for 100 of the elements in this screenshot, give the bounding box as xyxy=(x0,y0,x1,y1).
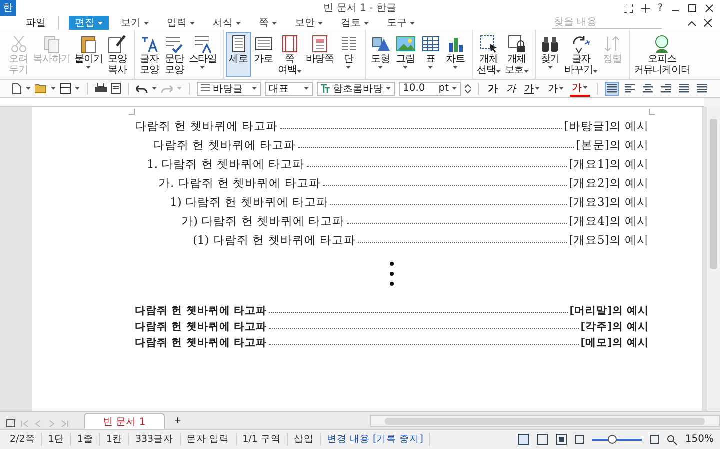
reference-text: [개요4]의 예시 xyxy=(569,214,649,229)
draft-view-icon[interactable] xyxy=(556,434,568,445)
align-distribute-icon xyxy=(679,84,689,94)
ribbon-button[interactable]: 세로 xyxy=(226,32,252,77)
caret-icon xyxy=(98,22,103,24)
truetype-font-icon xyxy=(321,84,330,93)
ribbon-button[interactable]: 오피스 커뮤니케이터 xyxy=(632,32,692,77)
vertical-scrollbar[interactable] xyxy=(706,107,720,411)
menu-tab[interactable]: 도구 xyxy=(381,16,421,30)
menu-tab[interactable]: 입력 xyxy=(161,16,201,30)
caret-icon xyxy=(144,22,149,24)
ribbon-button[interactable]: 스타일 xyxy=(186,32,220,77)
slider-thumb[interactable] xyxy=(608,434,618,444)
caret-icon xyxy=(452,87,457,90)
preview-icon[interactable] xyxy=(111,83,121,94)
ribbon-button[interactable]: 쪽 여백 xyxy=(276,32,304,77)
ribbon-button[interactable]: 개체 보호 xyxy=(502,32,531,77)
status-item: 333글자 xyxy=(129,433,181,446)
printer-icon[interactable] xyxy=(95,83,107,94)
ribbon-button[interactable]: 모양 복사 xyxy=(104,32,130,77)
ribbon-button[interactable]: 단 xyxy=(336,32,362,77)
font-size-field[interactable]: 10.0 pt xyxy=(399,82,461,96)
picture-icon xyxy=(396,34,416,54)
replace-icon xyxy=(571,34,592,54)
menu-tab[interactable]: 보기 xyxy=(115,16,155,30)
search-field[interactable]: 찾을 내용 xyxy=(552,17,662,29)
window-title: 빈 문서 1 - 한글 xyxy=(324,2,396,15)
ribbon-button[interactable]: 바탕쪽 xyxy=(304,32,336,77)
status-item: 1단 xyxy=(42,433,72,446)
close-icon[interactable] xyxy=(705,4,714,12)
ribbon-button[interactable]: 그림 xyxy=(393,32,418,77)
document-tab[interactable]: 빈 문서 1 xyxy=(84,413,165,429)
caret-icon xyxy=(190,22,195,24)
horizontal-scrollbar[interactable] xyxy=(370,415,720,427)
note-text: 다람쥐 헌 쳇바퀴에 타고파 xyxy=(135,336,267,350)
align-button[interactable] xyxy=(605,82,619,96)
outline-text: 1. 다람쥐 헌 쳇바퀴에 타고파 xyxy=(147,157,305,172)
character-format-button[interactable]: 가 xyxy=(486,82,500,96)
align-right-icon xyxy=(661,84,671,94)
align-button[interactable] xyxy=(695,82,709,96)
fullscreen-icon[interactable] xyxy=(624,4,633,12)
ribbon-button[interactable]: 글자 바꾸기 xyxy=(562,32,600,77)
outline-text: (1) 다람쥐 헌 쳇바퀴에 타고파 xyxy=(193,233,356,248)
zoom-out-icon[interactable] xyxy=(575,435,584,444)
menu-tab[interactable]: 편집 xyxy=(69,16,109,30)
magnifier-icon[interactable] xyxy=(667,434,678,444)
save-icon[interactable] xyxy=(60,83,71,94)
app-logo: 한 xyxy=(0,0,16,16)
character-format-button[interactable]: 가 xyxy=(546,82,566,96)
ribbon-button[interactable]: 표 xyxy=(418,32,444,77)
select-object-icon xyxy=(478,34,499,54)
lock-object-icon xyxy=(506,34,527,54)
close-icon[interactable] xyxy=(704,19,712,27)
character-format-icon xyxy=(139,34,160,54)
menu-tab[interactable]: 검토 xyxy=(335,16,375,30)
character-format-button[interactable]: 가 xyxy=(504,82,518,96)
caret-icon xyxy=(386,87,391,90)
page-view-icon[interactable] xyxy=(518,434,530,445)
outline-text: 가. 다람쥐 헌 쳇바퀴에 타고파 xyxy=(158,176,321,191)
undo-icon[interactable] xyxy=(136,84,148,94)
collapse-ribbon-icon[interactable] xyxy=(688,20,696,26)
help-button[interactable]: ? xyxy=(658,2,663,14)
zoom-in-icon[interactable] xyxy=(650,435,660,444)
new-tab-button[interactable]: + xyxy=(168,413,188,429)
caret-icon xyxy=(152,87,157,90)
ribbon-button[interactable]: 개체 선택 xyxy=(475,32,503,77)
align-button[interactable] xyxy=(623,82,637,96)
align-button[interactable] xyxy=(659,82,673,96)
folder-icon[interactable] xyxy=(35,84,47,94)
style-icon xyxy=(201,84,210,93)
menu-tab[interactable]: 보안 xyxy=(289,16,329,30)
reference-text: [바탕글]의 예시 xyxy=(564,119,649,134)
ribbon-button[interactable]: 글자 모양 xyxy=(136,32,162,77)
ribbon-button[interactable]: 차트 xyxy=(443,32,468,77)
ribbon-button[interactable]: 가로 xyxy=(251,32,276,77)
align-button[interactable] xyxy=(677,82,691,96)
caret-icon xyxy=(410,22,415,24)
language-select[interactable]: 대표 xyxy=(265,82,313,96)
note-text: 다람쥐 헌 쳇바퀴에 타고파 xyxy=(135,304,267,318)
status-item: 문자 입력 xyxy=(180,433,237,446)
caret-icon xyxy=(583,86,588,89)
spinner-icon[interactable] xyxy=(465,82,471,94)
ribbon-button[interactable]: 찾기 xyxy=(538,32,563,77)
font-select[interactable]: 함초롬바탕 xyxy=(317,82,395,96)
web-view-icon[interactable] xyxy=(537,434,548,445)
new-document-icon[interactable] xyxy=(12,82,22,94)
ribbon-button[interactable]: 붙이기 xyxy=(72,32,105,77)
style-select[interactable]: 바탕글 xyxy=(197,82,261,96)
menu-tab[interactable]: 서식 xyxy=(207,16,247,30)
menu-tab[interactable]: 쪽 xyxy=(253,16,283,30)
reference-text: [개요1]의 예시 xyxy=(569,157,649,172)
track-changes-status[interactable]: 변경 내용 [기록 중지] xyxy=(320,433,430,446)
text-style-icon xyxy=(192,34,213,54)
character-format-button[interactable]: 가 xyxy=(522,82,542,96)
reference-text: [머리말]의 예시 xyxy=(570,304,649,318)
ribbon-button[interactable]: 문단 모양 xyxy=(162,32,187,77)
align-button[interactable] xyxy=(641,82,655,96)
reference-text: [본문]의 예시 xyxy=(576,138,649,153)
ribbon-button[interactable]: 도형 xyxy=(368,32,394,77)
maximize-icon[interactable] xyxy=(688,4,697,12)
